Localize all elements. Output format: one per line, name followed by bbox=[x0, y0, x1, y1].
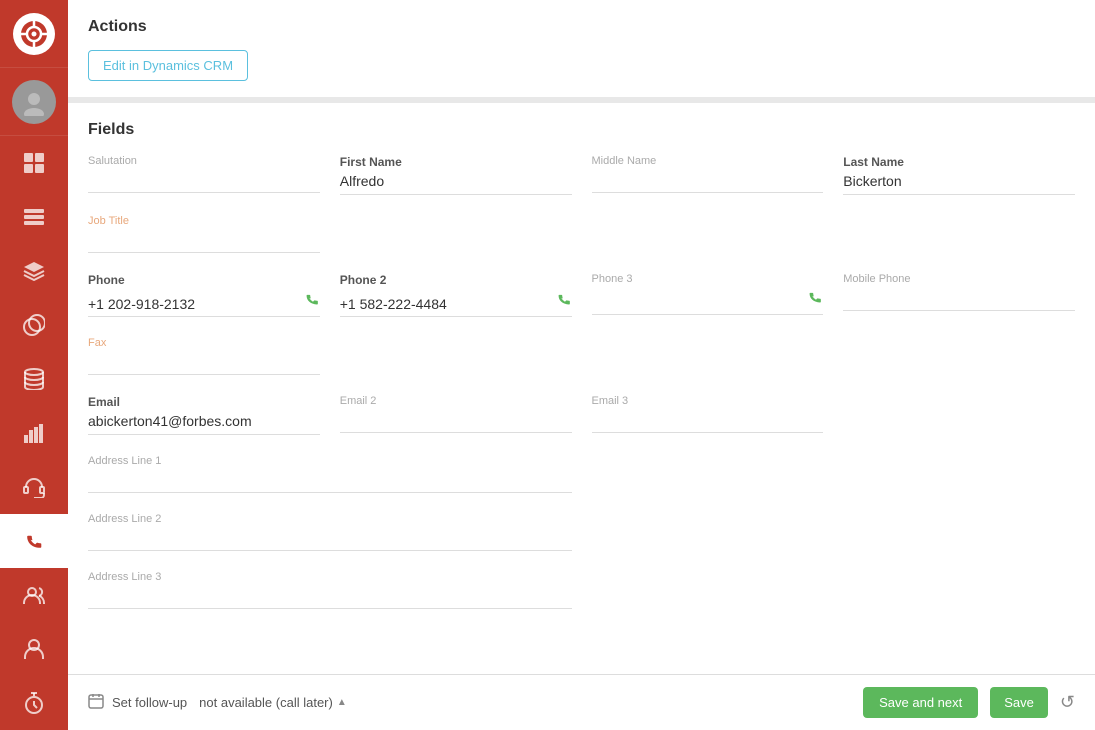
spacer-10 bbox=[592, 513, 824, 551]
user-avatar-container[interactable] bbox=[0, 68, 68, 136]
sidebar-item-phone[interactable] bbox=[0, 514, 68, 568]
first-name-label: First Name bbox=[340, 155, 572, 169]
edit-crm-button[interactable]: Edit in Dynamics CRM bbox=[88, 50, 248, 81]
sidebar-item-database[interactable] bbox=[0, 352, 68, 406]
sidebar-item-layers[interactable] bbox=[0, 244, 68, 298]
follow-up-label: Set follow-up bbox=[112, 695, 187, 710]
phone-field: Phone +1 202-918-2132 bbox=[88, 273, 320, 317]
main-content: Actions Edit in Dynamics CRM Fields Salu… bbox=[68, 0, 1095, 730]
spacer-2 bbox=[592, 215, 824, 253]
sidebar-item-dashboard[interactable] bbox=[0, 136, 68, 190]
email2-value[interactable] bbox=[340, 411, 572, 433]
app-logo-icon bbox=[13, 13, 55, 55]
last-name-value[interactable]: Bickerton bbox=[843, 173, 1075, 195]
middle-name-field: Middle Name bbox=[592, 155, 824, 195]
follow-up-value-text: not available (call later) bbox=[199, 695, 333, 710]
email-label: Email bbox=[88, 395, 320, 409]
mobile-phone-label: Mobile Phone bbox=[843, 273, 1075, 285]
spacer-4 bbox=[340, 337, 572, 375]
email2-label: Email 2 bbox=[340, 395, 572, 407]
phone3-field: Phone 3 bbox=[592, 273, 824, 317]
email3-field: Email 3 bbox=[592, 395, 824, 435]
spacer-11 bbox=[843, 513, 1075, 551]
phone-call-icon[interactable] bbox=[304, 291, 320, 312]
sidebar-logo bbox=[0, 0, 68, 68]
sidebar-item-user[interactable] bbox=[0, 622, 68, 676]
job-title-value[interactable] bbox=[88, 231, 320, 253]
email-value[interactable]: abickerton41@forbes.com bbox=[88, 413, 320, 435]
email-field: Email abickerton41@forbes.com bbox=[88, 395, 320, 435]
salutation-value[interactable] bbox=[88, 171, 320, 193]
salutation-label: Salutation bbox=[88, 155, 320, 167]
phone-value-container[interactable]: +1 202-918-2132 bbox=[88, 291, 320, 317]
spacer-3 bbox=[843, 215, 1075, 253]
phone2-value-container[interactable]: +1 582-222-4484 bbox=[340, 291, 572, 317]
calendar-icon bbox=[88, 693, 104, 712]
save-next-button[interactable]: Save and next bbox=[863, 687, 978, 718]
spacer-5 bbox=[592, 337, 824, 375]
address-line1-value[interactable] bbox=[88, 471, 572, 493]
job-title-label: Job Title bbox=[88, 215, 320, 227]
address-line1-label: Address Line 1 bbox=[88, 455, 572, 467]
phone3-call-icon[interactable] bbox=[807, 289, 823, 310]
spacer-9 bbox=[843, 455, 1075, 493]
sidebar-item-inbox[interactable] bbox=[0, 190, 68, 244]
fax-value[interactable] bbox=[88, 353, 320, 375]
spacer-7 bbox=[843, 395, 1075, 435]
sidebar-item-chart[interactable] bbox=[0, 406, 68, 460]
follow-up-section: Set follow-up bbox=[88, 693, 187, 712]
sidebar-item-headset[interactable] bbox=[0, 460, 68, 514]
actions-section: Actions Edit in Dynamics CRM bbox=[68, 0, 1095, 103]
address-line2-value[interactable] bbox=[88, 529, 572, 551]
spacer-1 bbox=[340, 215, 572, 253]
last-name-field: Last Name Bickerton bbox=[843, 155, 1075, 195]
address-line2-field: Address Line 2 bbox=[88, 513, 572, 551]
dropdown-arrow-icon: ▲ bbox=[337, 697, 347, 708]
fax-field: Fax bbox=[88, 337, 320, 375]
form-grid: Salutation First Name Alfredo Middle Nam… bbox=[88, 155, 1075, 629]
email3-label: Email 3 bbox=[592, 395, 824, 407]
phone2-label: Phone 2 bbox=[340, 273, 572, 287]
first-name-field: First Name Alfredo bbox=[340, 155, 572, 195]
phone3-label: Phone 3 bbox=[592, 273, 824, 285]
actions-title: Actions bbox=[88, 18, 1075, 36]
follow-up-value-container[interactable]: not available (call later) ▲ bbox=[199, 695, 347, 710]
fields-title: Fields bbox=[88, 121, 1075, 139]
address-line1-field: Address Line 1 bbox=[88, 455, 572, 493]
undo-button[interactable]: ↺ bbox=[1060, 692, 1075, 713]
phone2-field: Phone 2 +1 582-222-4484 bbox=[340, 273, 572, 317]
footer-bar: Set follow-up not available (call later)… bbox=[68, 674, 1095, 730]
first-name-value[interactable]: Alfredo bbox=[340, 173, 572, 195]
save-button[interactable]: Save bbox=[990, 687, 1048, 718]
sidebar-item-timer[interactable] bbox=[0, 676, 68, 730]
email2-field: Email 2 bbox=[340, 395, 572, 435]
phone2-value: +1 582-222-4484 bbox=[340, 296, 550, 312]
phone3-value-container[interactable] bbox=[592, 289, 824, 315]
phone-value: +1 202-918-2132 bbox=[88, 296, 298, 312]
sidebar-item-contacts[interactable] bbox=[0, 568, 68, 622]
fax-label: Fax bbox=[88, 337, 320, 349]
address-line3-field: Address Line 3 bbox=[88, 571, 572, 609]
middle-name-label: Middle Name bbox=[592, 155, 824, 167]
email3-value[interactable] bbox=[592, 411, 824, 433]
fields-section: Fields Salutation First Name Alfredo Mid… bbox=[68, 103, 1095, 674]
salutation-field: Salutation bbox=[88, 155, 320, 195]
middle-name-value[interactable] bbox=[592, 171, 824, 193]
sidebar bbox=[0, 0, 68, 730]
address-line3-label: Address Line 3 bbox=[88, 571, 572, 583]
last-name-label: Last Name bbox=[843, 155, 1075, 169]
mobile-phone-value[interactable] bbox=[843, 289, 1075, 311]
spacer-8 bbox=[592, 455, 824, 493]
job-title-field: Job Title bbox=[88, 215, 320, 253]
avatar bbox=[12, 80, 56, 124]
phone2-call-icon[interactable] bbox=[556, 291, 572, 312]
address-line2-label: Address Line 2 bbox=[88, 513, 572, 525]
address-line3-value[interactable] bbox=[88, 587, 572, 609]
spacer-6 bbox=[843, 337, 1075, 375]
mobile-phone-field: Mobile Phone bbox=[843, 273, 1075, 317]
sidebar-item-coins[interactable] bbox=[0, 298, 68, 352]
phone-label: Phone bbox=[88, 273, 320, 287]
